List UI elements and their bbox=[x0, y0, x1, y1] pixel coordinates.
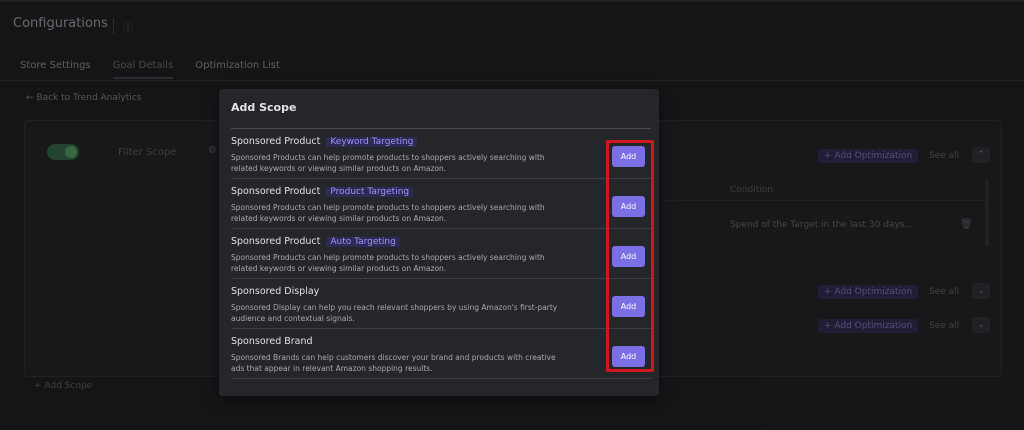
scope-option-description: Sponsored Products can help promote prod… bbox=[231, 153, 545, 173]
scope-option-sponsored-brand: Sponsored Brand Sponsored Brands can hel… bbox=[231, 330, 651, 379]
scope-option-keyword-targeting: Sponsored Product Keyword Targeting Spons… bbox=[231, 130, 651, 179]
add-product-targeting-button[interactable]: Add bbox=[612, 196, 645, 217]
row-divider bbox=[231, 328, 651, 329]
scope-option-description: Sponsored Brands can help customers disc… bbox=[231, 353, 556, 373]
scope-option-tag: Keyword Targeting bbox=[326, 137, 418, 147]
row-divider bbox=[231, 228, 651, 229]
scope-option-description: Sponsored Products can help promote prod… bbox=[231, 203, 545, 223]
scope-option-name: Sponsored Product Auto Targeting bbox=[231, 236, 400, 247]
scope-option-name: Sponsored Product Product Targeting bbox=[231, 186, 414, 197]
scope-option-description: Sponsored Display can help you reach rel… bbox=[231, 303, 558, 323]
add-keyword-targeting-button[interactable]: Add bbox=[612, 146, 645, 167]
modal-title: Add Scope bbox=[231, 101, 297, 114]
add-auto-targeting-button[interactable]: Add bbox=[612, 246, 645, 267]
row-divider bbox=[231, 378, 651, 379]
scope-option-tag: Product Targeting bbox=[326, 187, 414, 197]
scope-option-description: Sponsored Products can help promote prod… bbox=[231, 253, 545, 273]
scope-option-sponsored-display: Sponsored Display Sponsored Display can … bbox=[231, 280, 651, 329]
add-sponsored-display-button[interactable]: Add bbox=[612, 296, 645, 317]
scope-option-product-targeting: Sponsored Product Product Targeting Spons… bbox=[231, 180, 651, 229]
scope-option-name: Sponsored Display bbox=[231, 286, 320, 297]
scope-option-name: Sponsored Product Keyword Targeting bbox=[231, 136, 418, 147]
modal-divider bbox=[231, 128, 651, 129]
scope-option-name: Sponsored Brand bbox=[231, 336, 313, 347]
row-divider bbox=[231, 278, 651, 279]
add-scope-modal: Add Scope Sponsored Product Keyword Targe… bbox=[219, 89, 659, 396]
scope-option-tag: Auto Targeting bbox=[326, 237, 400, 247]
scope-option-auto-targeting: Sponsored Product Auto Targeting Sponsore… bbox=[231, 230, 651, 279]
row-divider bbox=[231, 178, 651, 179]
add-sponsored-brand-button[interactable]: Add bbox=[612, 346, 645, 367]
